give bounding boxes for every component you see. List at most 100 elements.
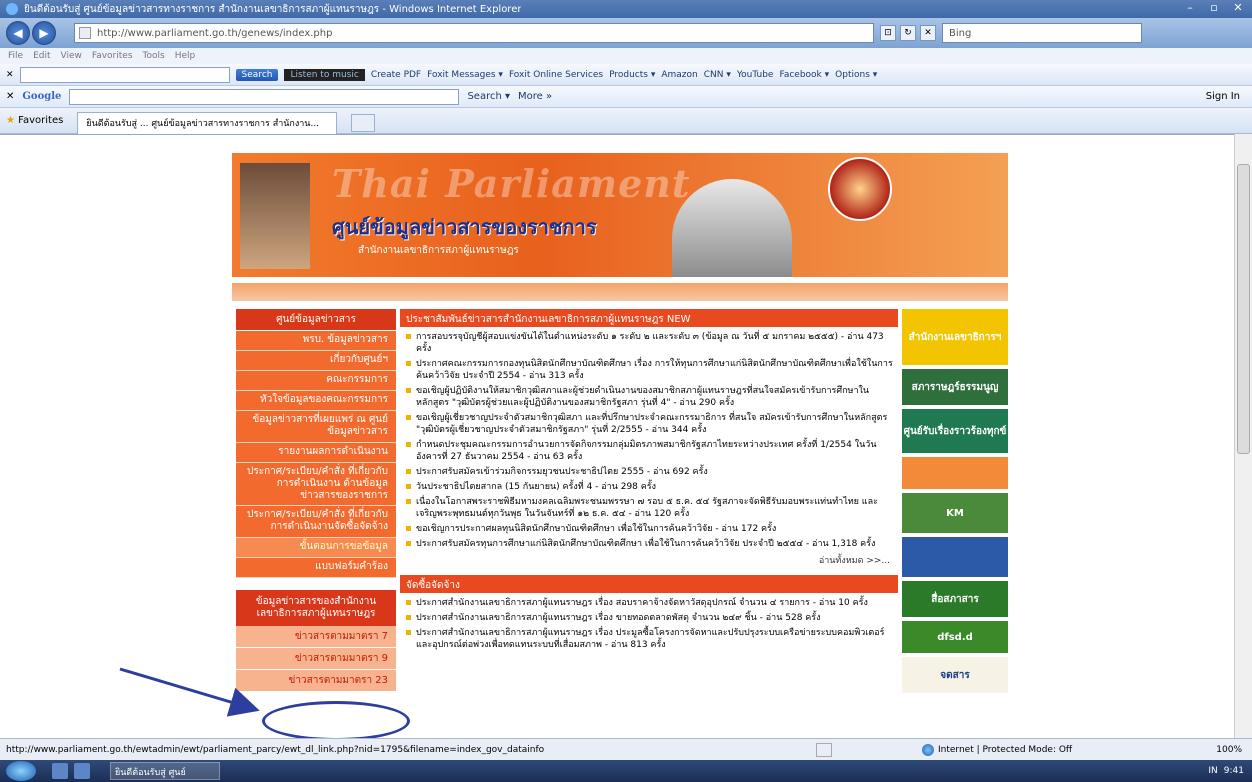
bing-search-input[interactable]: Bing: [942, 23, 1142, 43]
security-zone[interactable]: Internet | Protected Mode: Off: [922, 743, 1073, 756]
google-search-button[interactable]: Search ▾: [467, 91, 510, 102]
close-button[interactable]: ✕: [1230, 1, 1246, 14]
right-banner[interactable]: KM: [902, 493, 1008, 533]
left-menu2-item[interactable]: ข่าวสารตามมาตรา 7: [236, 626, 396, 648]
news-item[interactable]: ประกาศรับสมัครเข้าร่วมกิจกรรมยุวชนประชาธ…: [404, 466, 894, 478]
right-banner[interactable]: สภาราษฎร์ธรรมนูญ: [902, 369, 1008, 405]
page-viewport: Thai Parliament ศูนย์ข้อมูลข่าวสารของราช…: [0, 134, 1252, 741]
annotation-ring: [262, 701, 410, 741]
parliament-seal-icon: [828, 157, 892, 221]
stop-icon[interactable]: ✕: [920, 25, 936, 41]
right-banner[interactable]: จดสาร: [902, 657, 1008, 693]
news-item[interactable]: ประกาศรับสมัครทุนการศึกษาแก่นิสิตนักศึกษ…: [404, 538, 894, 550]
listen-music-button[interactable]: Listen to music: [284, 68, 365, 81]
procurement-item[interactable]: ประกาศสำนักงานเลขาธิการสภาผู้แทนราษฎร เร…: [404, 597, 894, 609]
back-button[interactable]: ◀: [6, 21, 30, 45]
read-all-link[interactable]: อ่านทั้งหมด >>...: [400, 553, 898, 567]
google-more-button[interactable]: More »: [518, 91, 552, 102]
news-item[interactable]: เนื่องในโอกาสพระราชพิธีมหามงคลเฉลิมพระชน…: [404, 496, 894, 520]
news-item[interactable]: การสอบรรจุบัญชีผู้สอบแข่งขันได้ในตำแหน่ง…: [404, 331, 894, 355]
system-tray: IN 9:41: [1208, 766, 1244, 776]
favorites-button[interactable]: ★ Favorites: [6, 115, 63, 126]
left-menu-item[interactable]: พรบ. ข้อมูลข่าวสาร: [236, 331, 396, 351]
toolbar-search-input[interactable]: [19, 66, 230, 83]
left-menu-item[interactable]: ประกาศ/ระเบียบ/คำสั่ง ที่เกี่ยวกับการดำเ…: [236, 506, 396, 538]
news-item[interactable]: กำหนดประชุมคณะกรรมการอำนวยการจัดกิจกรรมก…: [404, 439, 894, 463]
site-banner: Thai Parliament ศูนย์ข้อมูลข่าวสารของราช…: [232, 153, 1008, 277]
favorites-label: Favorites: [18, 115, 64, 126]
close-google-toolbar-icon[interactable]: ✕: [6, 91, 14, 102]
banner-subtitle: สำนักงานเลขาธิการสภาผู้แทนราษฎร: [358, 245, 519, 256]
banner-title: ศูนย์ข้อมูลข่าวสารของราชการ: [332, 215, 597, 239]
left-menu2-header: ข้อมูลข่าวสารของสำนักงาน เลขาธิการสภาผู้…: [236, 590, 396, 626]
favorites-bar: ★ Favorites ยินดีต้อนรับสู่ ... ศูนย์ข้อ…: [0, 108, 1252, 134]
start-button[interactable]: [6, 761, 36, 781]
site-container: Thai Parliament ศูนย์ข้อมูลข่าวสารของราช…: [232, 153, 1008, 739]
procurement-item[interactable]: ประกาศสำนักงานเลขาธิการสภาผู้แทนราษฎร เร…: [404, 612, 894, 624]
foxit-messages-button[interactable]: Foxit Messages ▾: [427, 70, 503, 80]
foxit-online-button[interactable]: Foxit Online Services: [509, 70, 603, 80]
refresh-icon[interactable]: ↻: [900, 25, 916, 41]
new-tab-button[interactable]: [351, 113, 376, 132]
menu-help[interactable]: Help: [175, 51, 196, 61]
minimize-button[interactable]: –: [1182, 1, 1198, 14]
left-menu-item[interactable]: ประกาศ/ระเบียบ/คำสั่ง ที่เกี่ยวกับการดำเ…: [236, 463, 396, 506]
right-banner[interactable]: dfsd.d: [902, 621, 1008, 653]
google-toolbar: ✕ Google Search ▾ More » Sign In: [0, 86, 1252, 108]
news-item[interactable]: ขอเชิญผู้เชี่ยวชาญประจำตัวสมาชิกวุฒิสภา …: [404, 412, 894, 436]
request-info-link[interactable]: ขั้นตอนการขอข้อมูล: [236, 538, 396, 558]
vertical-scrollbar[interactable]: [1234, 134, 1252, 738]
menu-view[interactable]: View: [61, 51, 82, 61]
google-search-input[interactable]: [69, 88, 460, 105]
security-zone-label: Internet | Protected Mode: Off: [938, 744, 1073, 755]
menu-tools[interactable]: Tools: [143, 51, 165, 61]
compat-view-icon[interactable]: ⊡: [880, 25, 896, 41]
address-input[interactable]: http://www.parliament.go.th/genews/index…: [74, 23, 874, 43]
ie-taskbar-icon[interactable]: [52, 763, 68, 779]
news-item[interactable]: ประกาศคณะกรรมการกองทุนนิสิตนักศึกษาบัณฑิ…: [404, 358, 894, 382]
right-banner[interactable]: ศูนย์รับเรื่องราวร้องทุกข์: [902, 409, 1008, 453]
left-menu-item[interactable]: หัวใจข้อมูลของคณะกรรมการ: [236, 391, 396, 411]
news-item[interactable]: ขอเชิญการประกาศผลทุนนิสิตนักศึกษาบัณฑิตศ…: [404, 523, 894, 535]
left-menu-item[interactable]: รายงานผลการดำเนินงาน: [236, 443, 396, 463]
main-content: ประชาสัมพันธ์ข่าวสารสำนักงานเลขาธิการสภา…: [400, 309, 898, 654]
media-taskbar-icon[interactable]: [74, 763, 90, 779]
left-menu: ศูนย์ข้อมูลข่าวสาร พรบ. ข้อมูลข่าวสาร เก…: [236, 309, 396, 692]
youtube-button[interactable]: YouTube: [737, 70, 774, 80]
language-indicator[interactable]: IN: [1208, 766, 1217, 776]
close-toolbar-icon[interactable]: ✕: [6, 70, 14, 80]
right-banner[interactable]: สำนักงานเลขาธิการฯ: [902, 309, 1008, 365]
google-logo: Google: [22, 91, 62, 102]
address-row: ◀ ▶ http://www.parliament.go.th/genews/i…: [0, 18, 1252, 48]
bing-label: Bing: [949, 27, 972, 39]
facebook-button[interactable]: Facebook ▾: [779, 70, 829, 80]
procurement-item[interactable]: ประกาศสำนักงานเลขาธิการสภาผู้แทนราษฎร เร…: [404, 627, 894, 651]
options-button[interactable]: Options ▾: [835, 70, 877, 80]
maximize-button[interactable]: ▫: [1206, 1, 1222, 14]
cnn-button[interactable]: CNN ▾: [704, 70, 731, 80]
scrollbar-thumb[interactable]: [1237, 164, 1250, 454]
news-item[interactable]: ขอเชิญผู้ปฏิบัติงานให้สมาชิกวุฒิสภาและผู…: [404, 385, 894, 409]
news-item[interactable]: วันประชาธิปไตยสากล (15 กันยายน) ครั้งที่…: [404, 481, 894, 493]
right-banner[interactable]: [902, 537, 1008, 577]
left-menu-header: ศูนย์ข้อมูลข่าวสาร: [236, 309, 396, 331]
left-menu-item[interactable]: เกี่ยวกับศูนย์ฯ: [236, 351, 396, 371]
left-menu-item[interactable]: ข้อมูลข่าวสารที่เผยแพร่ ณ ศูนย์ข้อมูลข่า…: [236, 411, 396, 443]
create-pdf-button[interactable]: Create PDF: [371, 70, 421, 80]
zoom-level[interactable]: 100%: [1216, 745, 1242, 755]
amazon-button[interactable]: Amazon: [661, 70, 697, 80]
products-button[interactable]: Products ▾: [609, 70, 655, 80]
tab-active[interactable]: ยินดีต้อนรับสู่ ... ศูนย์ข้อมูลข่าวสารทา…: [77, 111, 338, 134]
sign-in-link[interactable]: Sign In: [1206, 91, 1240, 102]
menu-file[interactable]: File: [8, 51, 23, 61]
menu-edit[interactable]: Edit: [33, 51, 50, 61]
right-banner[interactable]: [902, 457, 1008, 489]
taskbar-window-button[interactable]: ยินดีต้อนรับสู่ ศูนย์: [110, 762, 220, 780]
right-banner[interactable]: สื่อสภาสาร: [902, 581, 1008, 617]
toolbar-search-button[interactable]: Search: [235, 68, 279, 81]
banner-watermark: Thai Parliament: [332, 161, 691, 206]
left-menu-item[interactable]: คณะกรรมการ: [236, 371, 396, 391]
forward-button[interactable]: ▶: [32, 21, 56, 45]
left-menu-item[interactable]: แบบฟอร์มคำร้อง: [236, 558, 396, 578]
menu-favorites[interactable]: Favorites: [92, 51, 133, 61]
